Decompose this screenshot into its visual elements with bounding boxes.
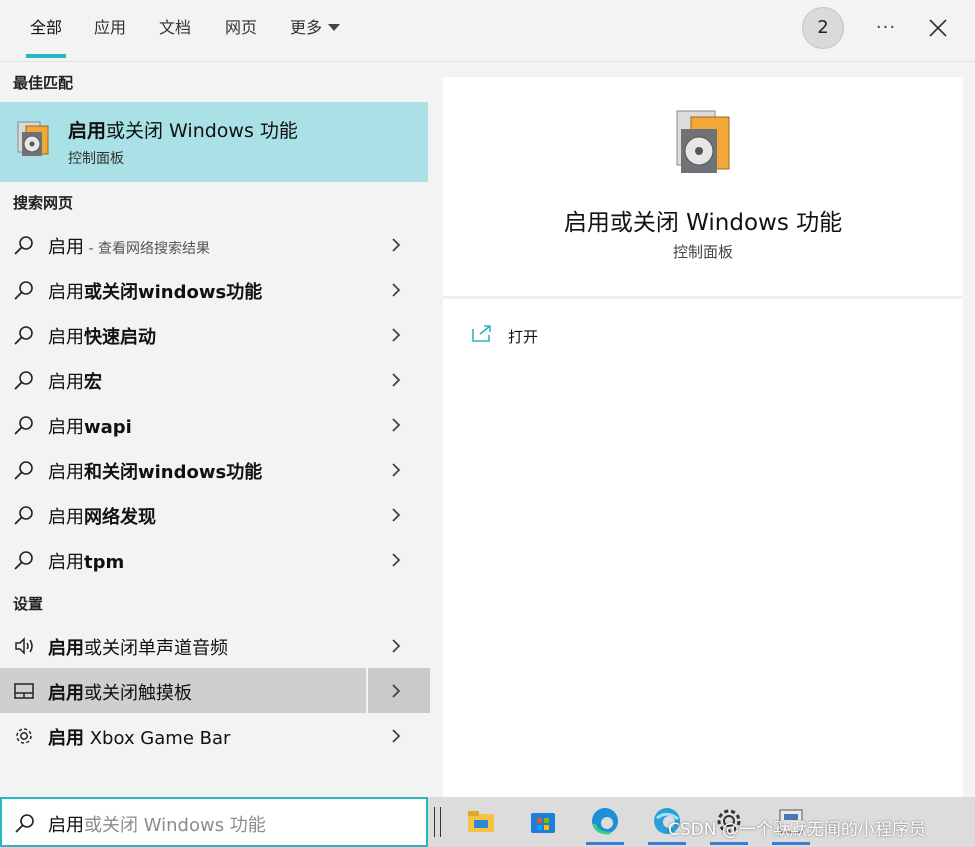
windows-features-icon xyxy=(676,110,730,173)
web-result-item[interactable]: 启用 - 查看网络搜索结果 xyxy=(0,222,428,267)
active-app-indicator xyxy=(772,842,810,845)
best-match-subtitle: 控制面板 xyxy=(68,151,124,167)
taskbar-separator xyxy=(434,807,441,837)
search-icon xyxy=(14,461,33,480)
store-icon[interactable] xyxy=(528,806,558,836)
search-icon xyxy=(14,326,33,345)
search-icon xyxy=(14,371,33,390)
search-icon xyxy=(14,416,33,435)
tab-web[interactable]: 网页 xyxy=(225,0,257,58)
results-panel: 最佳匹配 启用或关闭 Windows 功能 控制面板 搜索网页 启用 - 查看网… xyxy=(0,62,430,797)
chevron-right-icon[interactable] xyxy=(389,371,403,389)
search-icon xyxy=(14,506,33,525)
chevron-right-icon[interactable] xyxy=(389,281,403,299)
chevron-right-icon[interactable] xyxy=(389,236,403,254)
web-result-item[interactable]: 启用网络发现 xyxy=(0,492,428,537)
tab-label: 网页 xyxy=(225,18,258,37)
speaker-icon xyxy=(15,637,33,655)
tab-label: 更多 xyxy=(290,18,323,37)
chevron-right-icon[interactable] xyxy=(389,637,403,655)
best-match-title: 启用或关闭 Windows 功能 xyxy=(68,120,298,142)
web-result-item[interactable]: 启用或关闭windows功能 xyxy=(0,267,428,312)
close-icon[interactable] xyxy=(926,16,950,40)
section-search-web: 搜索网页 xyxy=(13,194,74,212)
web-result-label: 启用wapi xyxy=(48,417,132,438)
web-result-label: 启用网络发现 xyxy=(48,507,156,528)
best-match-item[interactable]: 启用或关闭 Windows 功能 控制面板 xyxy=(0,102,428,182)
chevron-right-icon[interactable] xyxy=(389,727,403,745)
tab-label: 全部 xyxy=(30,18,63,37)
search-icon xyxy=(14,281,33,300)
search-input[interactable]: 启用或关闭 Windows 功能 xyxy=(0,797,428,847)
search-text: 启用或关闭 Windows 功能 xyxy=(48,815,266,836)
gear-icon xyxy=(16,728,32,744)
settings-result-item[interactable]: 启用或关闭单声道音频 xyxy=(0,623,428,668)
tab-label: 文档 xyxy=(159,18,192,37)
account-badge[interactable]: 2 xyxy=(802,7,844,49)
settings-result-item[interactable]: 启用 Xbox Game Bar xyxy=(0,713,428,758)
settings-result-label: 启用或关闭触摸板 xyxy=(48,683,192,704)
open-external-icon xyxy=(472,325,491,342)
tab-more[interactable]: 更多 xyxy=(290,0,341,58)
chevron-right-icon[interactable] xyxy=(389,551,403,569)
chevron-right-icon[interactable] xyxy=(389,506,403,524)
detail-panel: 启用或关闭 Windows 功能 控制面板 打开 xyxy=(443,77,963,797)
chevron-down-icon xyxy=(328,24,341,31)
web-result-item[interactable]: 启用tpm xyxy=(0,537,428,582)
web-result-item[interactable]: 启用和关闭windows功能 xyxy=(0,447,428,492)
web-result-label: 启用快速启动 xyxy=(48,327,156,348)
section-settings: 设置 xyxy=(13,595,44,613)
active-app-indicator xyxy=(586,842,624,845)
detail-subtitle: 控制面板 xyxy=(672,243,733,261)
search-icon xyxy=(14,551,33,570)
search-icon xyxy=(14,236,33,255)
watermark: CSDN @一个默默无闻的小程序员 xyxy=(668,820,926,840)
chevron-right-icon[interactable] xyxy=(389,326,403,344)
web-result-label: 启用tpm xyxy=(48,552,125,573)
settings-result-label: 启用或关闭单声道音频 xyxy=(48,638,228,659)
web-result-label: 启用 - 查看网络搜索结果 xyxy=(48,237,210,258)
tab-all[interactable]: 全部 xyxy=(25,0,67,58)
chevron-right-icon[interactable] xyxy=(389,682,403,700)
file-explorer-icon[interactable] xyxy=(466,806,496,836)
ellipsis-icon[interactable]: ··· xyxy=(872,16,900,40)
windows-features-icon xyxy=(17,121,49,156)
search-icon xyxy=(15,814,34,833)
web-result-label: 启用或关闭windows功能 xyxy=(48,282,263,303)
web-result-item[interactable]: 启用快速启动 xyxy=(0,312,428,357)
section-best-match: 最佳匹配 xyxy=(13,74,74,92)
chevron-right-icon[interactable] xyxy=(389,416,403,434)
tab-label: 应用 xyxy=(94,18,127,37)
active-app-indicator xyxy=(710,842,748,845)
detail-title: 启用或关闭 Windows 功能 xyxy=(563,210,843,236)
web-result-item[interactable]: 启用wapi xyxy=(0,402,428,447)
settings-result-item[interactable]: 启用或关闭触摸板 xyxy=(0,668,430,713)
divider xyxy=(443,296,963,299)
web-result-label: 启用宏 xyxy=(48,372,102,393)
web-result-item[interactable]: 启用宏 xyxy=(0,357,428,402)
active-app-indicator xyxy=(648,842,686,845)
open-label: 打开 xyxy=(508,328,539,346)
search-suggestion: 或关闭 Windows 功能 xyxy=(84,815,266,836)
chevron-right-icon[interactable] xyxy=(389,461,403,479)
web-result-label: 启用和关闭windows功能 xyxy=(48,462,263,483)
edge-icon[interactable] xyxy=(590,806,620,836)
touchpad-icon xyxy=(14,683,34,699)
settings-result-label: 启用 Xbox Game Bar xyxy=(48,728,231,749)
tab-apps[interactable]: 应用 xyxy=(94,0,126,58)
tab-documents[interactable]: 文档 xyxy=(159,0,191,58)
tab-bar: 全部 应用 文档 网页 更多 2 ··· xyxy=(0,0,975,62)
